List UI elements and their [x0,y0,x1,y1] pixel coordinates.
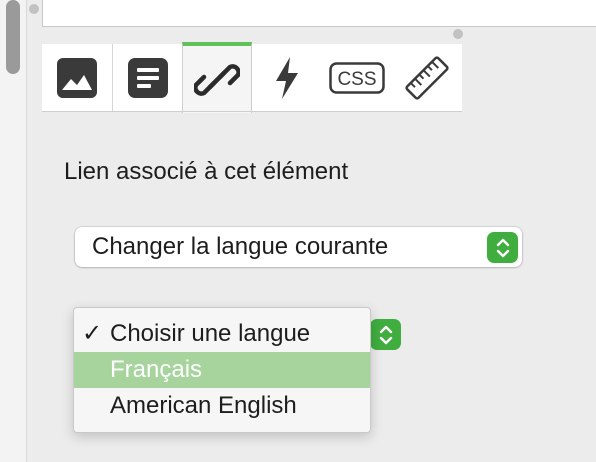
menu-item-label: Choisir une langue [110,320,311,347]
checkmark-icon: ✓ [82,320,103,347]
lightning-icon [276,57,298,99]
link-action-select[interactable]: Changer la langue courante [75,227,522,267]
language-select-stepper[interactable] [370,319,401,350]
tab-link[interactable] [182,42,252,113]
text-icon [127,58,168,98]
ruler-icon [405,56,449,100]
select-stepper[interactable] [487,232,518,263]
tab-action[interactable] [252,44,322,112]
left-scroll-strip [0,0,26,462]
chevron-updown-icon [379,325,392,344]
menu-item-american-english[interactable]: American English [74,388,370,424]
link-icon [194,63,240,96]
menu-item-label: Français [110,356,203,383]
left-divider [26,0,27,462]
tab-image[interactable] [42,44,112,112]
image-icon [57,58,97,98]
css-icon: CSS [329,62,385,94]
tab-css[interactable]: CSS [322,44,392,112]
chevron-updown-icon [496,238,509,257]
top-field [42,0,596,27]
svg-text:CSS: CSS [337,69,376,90]
resize-handle-dot[interactable] [29,4,39,14]
language-dropdown-menu: ✓ Choisir une langue Français American E… [73,307,371,433]
link-section-label: Lien associé à cet élément [64,158,349,185]
resize-handle-dot[interactable] [453,29,463,39]
menu-item-choose-language[interactable]: ✓ Choisir une langue [74,316,370,352]
link-action-select-value: Changer la langue courante [92,233,389,260]
tab-text[interactable] [113,44,182,112]
tab-measure[interactable] [392,44,462,112]
menu-item-francais[interactable]: Français [74,352,370,388]
tab-bar: CSS [42,42,462,113]
scrollbar-thumb[interactable] [6,0,20,74]
menu-item-label: American English [110,392,297,419]
tab-bar-underline [42,111,462,112]
